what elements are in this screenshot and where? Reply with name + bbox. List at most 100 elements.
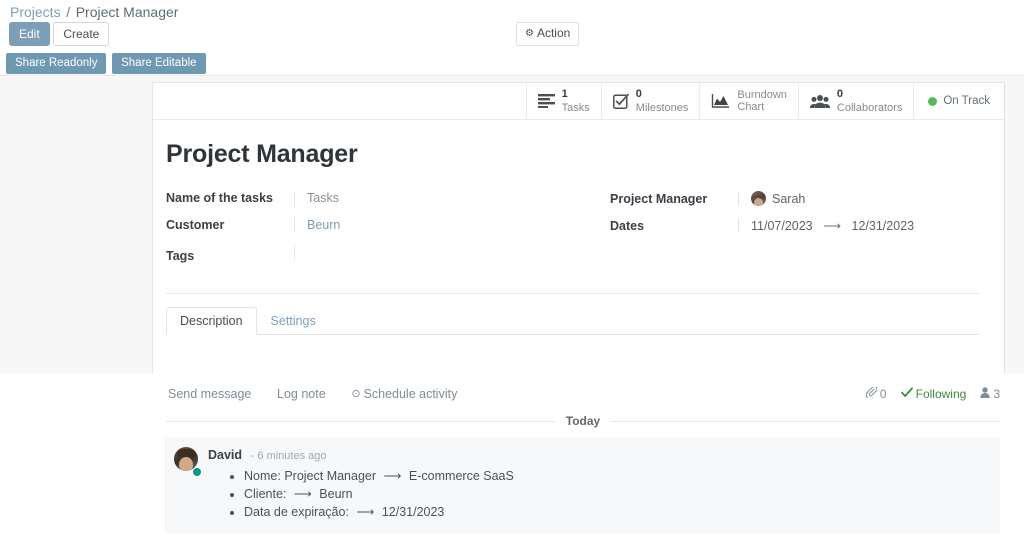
stat-label-tasks: Tasks <box>561 101 590 114</box>
stat-button-tasks[interactable]: 1 Tasks <box>525 83 601 119</box>
followers-count: 3 <box>993 386 1000 401</box>
field-label-dates: Dates <box>610 219 645 233</box>
tab-description[interactable]: Description <box>166 307 257 335</box>
control-panel: Edit Create ⚙ Action <box>0 22 1024 50</box>
field-value-project-manager[interactable]: Sarah <box>738 191 980 206</box>
tracked-values-list: Nome: Project Manager ⟶ E-commerce SaaS … <box>208 467 988 521</box>
chatter: Send message Log note ⊙ Schedule activity… <box>0 373 1024 533</box>
area-chart-icon <box>711 93 730 109</box>
date-separator: Today <box>166 414 1001 428</box>
field-value-tags[interactable] <box>294 245 573 260</box>
create-button[interactable]: Create <box>53 22 110 46</box>
message-avatar-wrap <box>174 447 206 521</box>
stat-label-collaborators: Collaborators <box>836 101 903 114</box>
check-icon <box>900 386 916 401</box>
share-editable-button[interactable]: Share Editable <box>112 53 206 74</box>
message-author[interactable]: David <box>208 448 242 462</box>
edit-button[interactable]: Edit <box>9 22 50 46</box>
message-time-value: 6 minutes ago <box>257 450 327 462</box>
form-body: Project Manager Name of the tasks Tasks … <box>153 120 1004 397</box>
form-column-left: Name of the tasks Tasks Customer Beurn T… <box>166 191 573 275</box>
field-label-tags: Tags <box>166 249 195 263</box>
arrow-right-icon: ⟶ <box>356 505 375 519</box>
action-button-label: Action <box>536 26 571 40</box>
breadcrumb-current: Project Manager <box>75 4 179 20</box>
field-label-name-of-the-tasks: Name of the tasks <box>166 191 273 205</box>
breadcrumb: Projects / Project Manager <box>0 0 1024 22</box>
project-manager-name: Sarah <box>772 192 806 206</box>
field-value-name-of-the-tasks[interactable]: Tasks <box>294 191 573 206</box>
field-customer: Customer Beurn <box>166 218 573 233</box>
list-bars-icon <box>537 94 555 108</box>
stat-button-burndown-chart[interactable]: Burndown Chart <box>699 83 798 119</box>
tracked-value-row: Nome: Project Manager ⟶ E-commerce SaaS <box>244 467 988 485</box>
field-project-manager: Project Manager Sarah <box>610 191 980 206</box>
arrow-right-icon: ⟶ <box>293 487 312 501</box>
send-message-button[interactable]: Send message <box>168 387 251 401</box>
tracked-new-value: 12/31/2023 <box>381 505 445 519</box>
stat-label-burndown-line2: Chart <box>737 101 765 113</box>
stat-button-milestones[interactable]: 0 Milestones <box>600 83 700 119</box>
attachments-count: 0 <box>879 386 887 401</box>
following-label: Following <box>915 386 967 401</box>
stat-value-tasks: 1 <box>561 87 568 100</box>
field-label-customer: Customer <box>166 218 225 232</box>
share-readonly-button[interactable]: Share Readonly <box>6 53 107 74</box>
share-bar: Share Readonly Share Editable <box>0 50 1024 76</box>
field-label-project-manager: Project Manager <box>610 192 708 206</box>
clock-icon: ⊙ <box>351 388 361 400</box>
date-start: 11/07/2023 <box>751 219 813 233</box>
message-item: David - 6 minutes ago Nome: Project Mana… <box>164 437 1000 533</box>
notebook-tabs: Description Settings <box>166 307 980 335</box>
stat-label-burndown-line1: Burndown <box>737 89 787 101</box>
check-square-icon <box>612 93 629 109</box>
paperclip-icon <box>865 385 880 401</box>
tracked-field-label: Nome: <box>244 469 281 483</box>
chatter-meta: 0 Following 3 <box>852 385 1000 401</box>
following-toggle[interactable]: Following <box>900 386 967 401</box>
field-value-customer[interactable]: Beurn <box>294 218 573 233</box>
field-dates: Dates 11/07/2023 ⟶ 12/31/2023 <box>610 218 980 233</box>
tracked-value-row: Cliente: ⟶ Beurn <box>244 485 988 503</box>
stat-value-collaborators: 0 <box>836 87 844 100</box>
log-note-button[interactable]: Log note <box>277 387 326 401</box>
breadcrumb-root-link[interactable]: Projects <box>10 4 61 20</box>
field-value-dates[interactable]: 11/07/2023 ⟶ 12/31/2023 <box>738 218 980 233</box>
users-group-icon <box>809 94 830 109</box>
stat-label-milestones: Milestones <box>635 101 689 114</box>
tracked-old-value: Project Manager <box>284 469 377 483</box>
date-separator-line-left <box>166 420 556 422</box>
message-body: David - 6 minutes ago Nome: Project Mana… <box>206 447 988 521</box>
date-separator-line-right <box>610 420 1001 422</box>
action-button[interactable]: ⚙ Action <box>516 22 580 46</box>
tracked-new-value: E-commerce SaaS <box>408 469 514 483</box>
tab-settings[interactable]: Settings <box>257 307 330 335</box>
status-badge[interactable]: On Track <box>913 83 1004 119</box>
field-name-of-the-tasks: Name of the tasks Tasks <box>166 191 573 206</box>
record-form-sheet: 1 Tasks 0 Milestones Burndown Chart 0 Co… <box>152 82 1005 398</box>
date-end: 12/31/2023 <box>851 219 915 233</box>
tracked-new-value: Beurn <box>319 487 353 501</box>
form-columns: Name of the tasks Tasks Customer Beurn T… <box>166 191 980 275</box>
schedule-activity-label: Schedule activity <box>363 387 458 401</box>
message-time-prefix: - <box>250 450 255 462</box>
stat-button-collaborators[interactable]: 0 Collaborators <box>797 83 913 119</box>
message-header: David - 6 minutes ago <box>208 447 988 462</box>
page-title: Project Manager <box>166 140 358 168</box>
gear-icon: ⚙ <box>525 28 534 39</box>
followers-counter[interactable]: 3 <box>980 387 1000 401</box>
tracked-value-row: Data de expiração: ⟶ 12/31/2023 <box>244 503 988 521</box>
form-column-right: Project Manager Sarah Dates 11/07/2023 ⟶… <box>573 191 980 275</box>
tracked-field-label: Data de expiração: <box>244 505 349 519</box>
status-dot-icon <box>928 96 938 106</box>
main-content-area: 1 Tasks 0 Milestones Burndown Chart 0 Co… <box>0 76 1024 398</box>
stat-button-box: 1 Tasks 0 Milestones Burndown Chart 0 Co… <box>153 83 1004 120</box>
stat-value-milestones: 0 <box>635 87 642 100</box>
avatar <box>751 191 766 206</box>
attachments-counter[interactable]: 0 <box>865 385 887 401</box>
chatter-action-links: Send message Log note ⊙ Schedule activity <box>168 386 479 401</box>
online-status-icon <box>192 467 202 477</box>
user-icon <box>980 386 993 401</box>
schedule-activity-button[interactable]: ⊙ Schedule activity <box>351 387 457 401</box>
message-timestamp: - 6 minutes ago <box>251 450 327 462</box>
